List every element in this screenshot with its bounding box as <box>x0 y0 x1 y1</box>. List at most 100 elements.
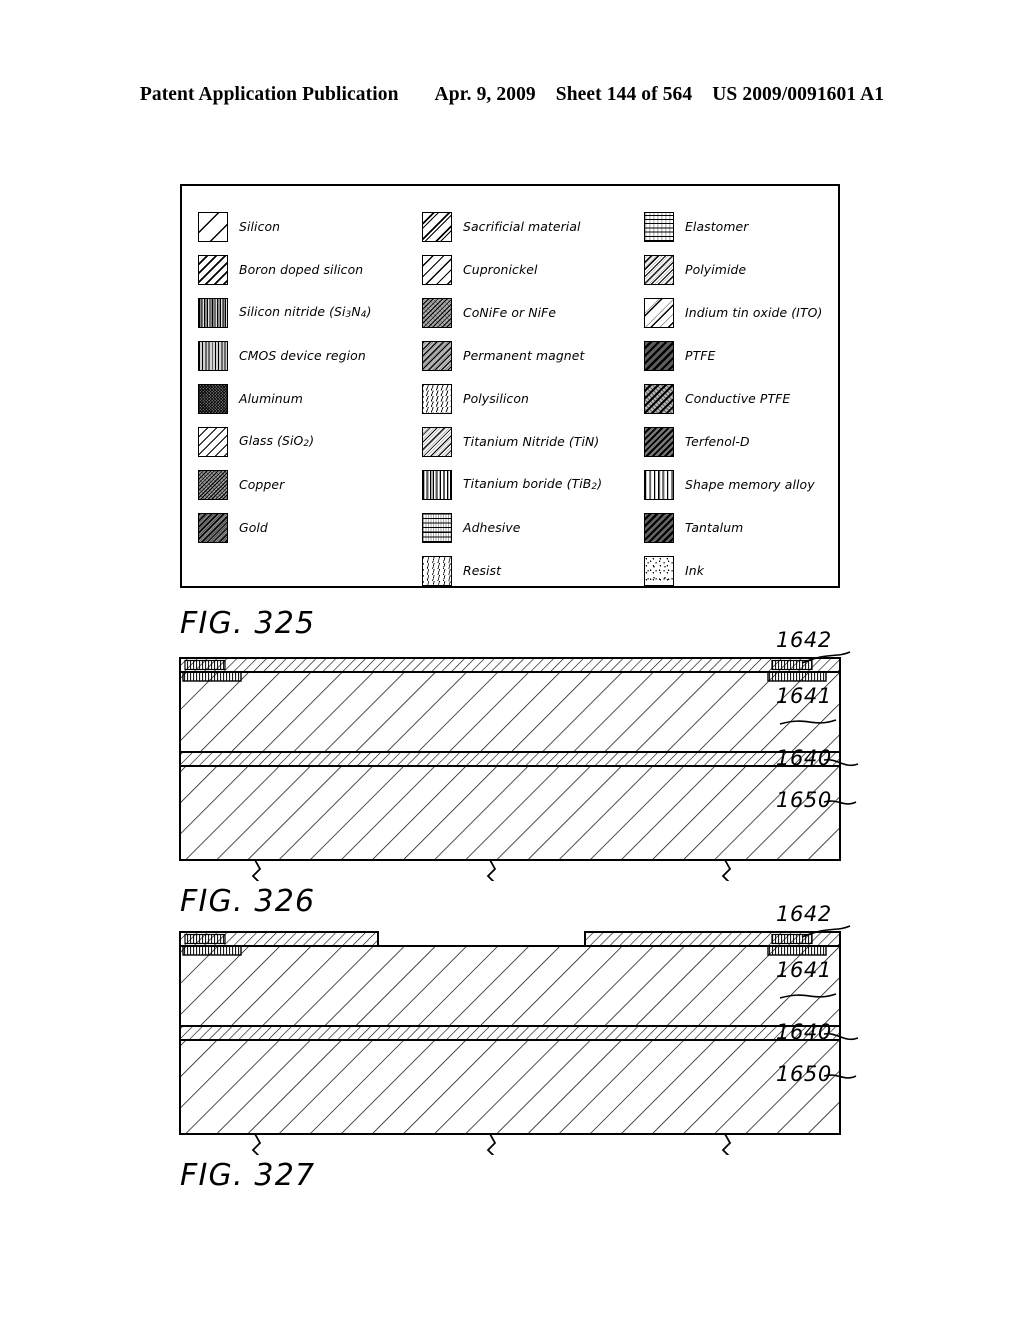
ref-number-1650: 1650 <box>776 1062 832 1086</box>
legend-item: Tantalum <box>644 506 844 549</box>
legend-item: PTFE <box>644 334 844 377</box>
substrate-1650 <box>179 765 841 861</box>
legend-swatch-conife-icon <box>422 297 452 328</box>
legend-item: Conductive PTFE <box>644 377 844 420</box>
document-number: US 2009/0091601 A1 <box>712 84 885 105</box>
legend-item-label: Sacrificial material <box>463 218 581 234</box>
legend-column-2: Sacrificial material Cupronickel CoNiFe or… <box>422 205 644 592</box>
legend-swatch-elastomer-icon <box>644 211 674 242</box>
legend-item: Resist <box>422 549 644 592</box>
legend-item-label: Adhesive <box>463 519 521 535</box>
legend-swatch-tin-icon <box>422 426 452 457</box>
legend-item: Titanium Nitride (TiN) <box>422 420 644 463</box>
legend-swatch-condptfe-icon <box>644 383 674 414</box>
figure-caption-327: FIG. 327 <box>180 1158 316 1193</box>
legend-item-label: Ink <box>685 562 704 578</box>
legend-swatch-permmagnet-icon <box>422 340 452 371</box>
material-legend-box: Silicon Boron doped silicon Silicon nitrid… <box>180 184 840 588</box>
publication-date: Apr. 9, 2009 <box>434 84 536 105</box>
legend-item: Elastomer <box>644 205 844 248</box>
legend-swatch-terfenol-icon <box>644 426 674 457</box>
legend-item-label: Silicon <box>239 218 281 234</box>
legend-item: Glass (SiO2) <box>198 420 422 463</box>
legend-swatch-polyimide-icon <box>644 254 674 285</box>
figure-327-drawing: 1642 1641 1640 1650 <box>160 902 880 1155</box>
legend-item: Gold <box>198 506 422 549</box>
ref-number-1650: 1650 <box>776 788 832 812</box>
ref-number-1640: 1640 <box>776 746 832 770</box>
legend-swatch-adhesive-icon <box>422 512 452 543</box>
ref-number-1641: 1641 <box>776 958 832 982</box>
publication-header: Patent Application Publication Apr. 9, 2… <box>0 84 1024 106</box>
figure-327-svg <box>179 925 859 1155</box>
legend-swatch-copper-icon <box>198 469 228 500</box>
legend-swatch-cmos-icon <box>198 340 228 371</box>
legend-item: Titanium boride (TiB2) <box>422 463 644 506</box>
legend-item-label: Cupronickel <box>463 261 538 277</box>
legend-swatch-gold-icon <box>198 512 228 543</box>
layer-1641 <box>179 945 841 1027</box>
legend-item-label: Silicon nitride (Si3N4) <box>239 303 372 320</box>
legend-item: CMOS device region <box>198 334 422 377</box>
legend-item-label: Glass (SiO2) <box>239 432 315 449</box>
legend-item: Shape memory alloy <box>644 463 844 506</box>
legend-item-label: Shape memory alloy <box>685 476 815 492</box>
ref-number-1642: 1642 <box>776 902 832 926</box>
legend-item: Silicon nitride (Si3N4) <box>198 291 422 334</box>
sheet-number: Sheet 144 of 564 <box>555 84 693 105</box>
legend-item-label: Permanent magnet <box>463 347 585 363</box>
legend-item: Indium tin oxide (ITO) <box>644 291 844 334</box>
top-layer-1642 <box>179 657 841 673</box>
legend-swatch-sinitride-icon <box>198 297 228 328</box>
legend-item: Cupronickel <box>422 248 644 291</box>
legend-item: Permanent magnet <box>422 334 644 377</box>
legend-item-label: CMOS device region <box>239 347 366 363</box>
legend-item: Adhesive <box>422 506 644 549</box>
legend-item: Boron doped silicon <box>198 248 422 291</box>
legend-swatch-ink-icon <box>644 555 674 586</box>
legend-item: CoNiFe or NiFe <box>422 291 644 334</box>
figure-326-drawing: 1642 1641 1640 1650 <box>160 628 880 881</box>
legend-item: Polyimide <box>644 248 844 291</box>
legend-item: Ink <box>644 549 844 592</box>
legend-item-label: Indium tin oxide (ITO) <box>685 304 823 320</box>
legend-item: Sacrificial material <box>422 205 644 248</box>
legend-swatch-tib2-icon <box>422 469 452 500</box>
publication-title: Patent Application Publication <box>139 84 399 105</box>
legend-item-label: Aluminum <box>239 390 303 406</box>
legend-swatch-boron-icon <box>198 254 228 285</box>
legend-item-label: Tantalum <box>685 519 744 535</box>
break-symbols <box>251 859 732 881</box>
legend-swatch-silicon-icon <box>198 211 228 242</box>
legend-item-label: PTFE <box>685 347 716 363</box>
legend-column-1: Silicon Boron doped silicon Silicon nitrid… <box>198 205 422 592</box>
legend-item-label: Titanium boride (TiB2) <box>463 475 603 492</box>
legend-column-3: Elastomer Polyimide Indium tin oxide (ITO)… <box>644 205 844 592</box>
legend-item-label: Resist <box>463 562 502 578</box>
legend-item-label: Boron doped silicon <box>239 261 364 277</box>
legend-item-label: Polyimide <box>685 261 747 277</box>
legend-item: Aluminum <box>198 377 422 420</box>
ref-number-1640: 1640 <box>776 1020 832 1044</box>
legend-item: Copper <box>198 463 422 506</box>
legend-swatch-ptfe-icon <box>644 340 674 371</box>
legend-item: Silicon <box>198 205 422 248</box>
legend-swatch-sacrificial-icon <box>422 211 452 242</box>
legend-swatch-sma-icon <box>644 469 674 500</box>
buried-layer-1640 <box>179 751 841 767</box>
legend-item: Terfenol-D <box>644 420 844 463</box>
legend-item-label: Gold <box>239 519 268 535</box>
legend-swatch-tantalum-icon <box>644 512 674 543</box>
legend-swatch-polysilicon-icon <box>422 383 452 414</box>
legend-item-label: Polysilicon <box>463 390 529 406</box>
legend-swatch-resist-icon <box>422 555 452 586</box>
legend-item-label: Elastomer <box>685 218 749 234</box>
legend-swatch-ito-icon <box>644 297 674 328</box>
substrate-1650 <box>179 1039 841 1135</box>
legend-swatch-cupronickel-icon <box>422 254 452 285</box>
legend-swatch-aluminum-icon <box>198 383 228 414</box>
legend-item-label: CoNiFe or NiFe <box>463 304 557 320</box>
ref-number-1641: 1641 <box>776 684 832 708</box>
legend-item-label: Copper <box>239 476 285 492</box>
legend-item-label: Terfenol-D <box>685 433 750 449</box>
